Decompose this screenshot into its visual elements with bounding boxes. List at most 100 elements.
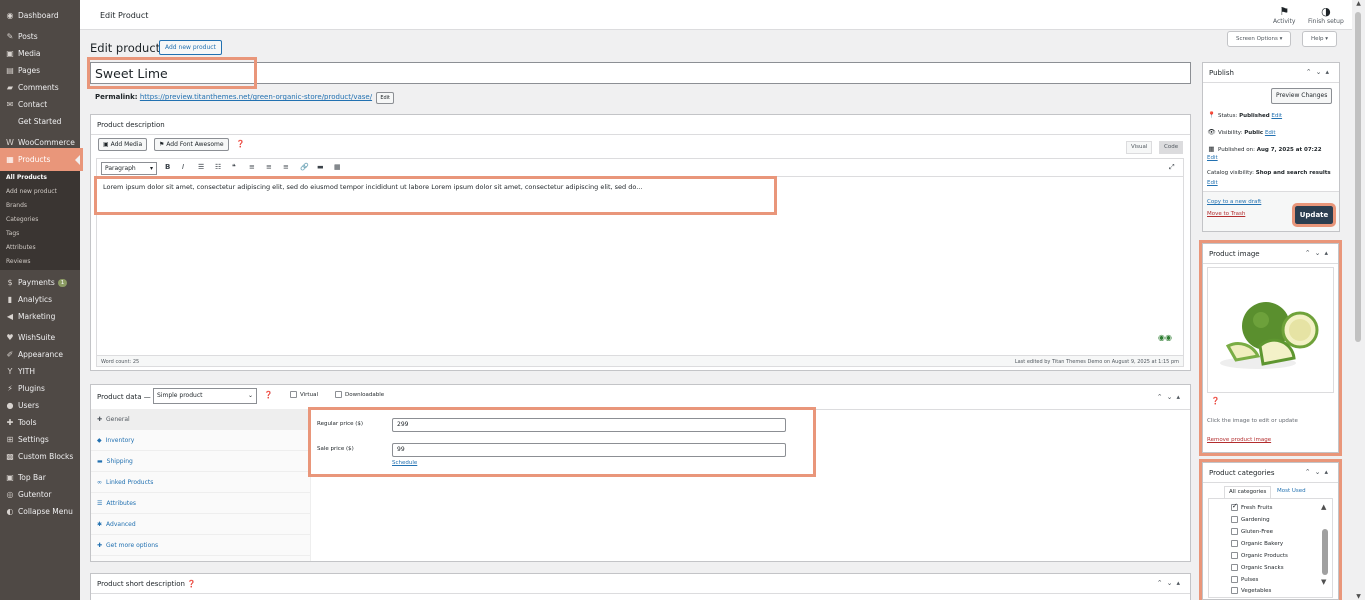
submenu-all-products[interactable]: All Products bbox=[0, 170, 80, 184]
scroll-up-icon[interactable]: ▲ bbox=[1352, 0, 1365, 7]
toolbar-toggle-icon[interactable]: ▦ bbox=[334, 163, 341, 171]
sidebar-item-comments[interactable]: ▰ Comments bbox=[0, 79, 80, 96]
scroll-up-icon[interactable]: ▲ bbox=[1321, 504, 1329, 511]
published-edit-link[interactable]: Edit bbox=[1207, 155, 1218, 161]
add-media-button[interactable]: ▣ Add Media bbox=[98, 138, 148, 151]
tab-attributes[interactable]: ☰ Attributes bbox=[91, 493, 310, 514]
category-gluten-free[interactable]: Gluten-Free bbox=[1231, 528, 1273, 535]
tab-shipping[interactable]: ▬ Shipping bbox=[91, 451, 310, 472]
tab-linked-products[interactable]: ∞ Linked Products bbox=[91, 472, 310, 493]
sidebar-item-plugins[interactable]: ⚡ Plugins bbox=[0, 380, 80, 397]
preview-changes-button[interactable]: Preview Changes bbox=[1271, 88, 1333, 104]
sidebar-item-woocommerce[interactable]: W WooCommerce bbox=[0, 134, 80, 151]
product-type-select[interactable]: Simple product ⌄ bbox=[153, 388, 257, 404]
align-center-icon[interactable]: ≡ bbox=[266, 163, 272, 171]
sidebar-item-get-started[interactable]: Get Started bbox=[0, 113, 80, 130]
sidebar-item-dashboard[interactable]: ◉ Dashboard bbox=[0, 7, 80, 24]
submenu-add-new-product[interactable]: Add new product bbox=[0, 184, 80, 198]
permalink-link[interactable]: https://preview.titanthemes.net/green-or… bbox=[140, 93, 372, 101]
tab-advanced[interactable]: ✱ Advanced bbox=[91, 514, 310, 535]
postbox-controls[interactable]: ⌃⌄▴ bbox=[1305, 468, 1332, 476]
sidebar-item-analytics[interactable]: ▮ Analytics bbox=[0, 291, 80, 308]
category-vegetables[interactable]: Vegetables bbox=[1231, 587, 1271, 594]
scrollbar-thumb[interactable] bbox=[1322, 529, 1328, 575]
page-scrollbar-thumb[interactable] bbox=[1355, 12, 1361, 342]
remove-product-image-link[interactable]: Remove product image bbox=[1207, 437, 1271, 443]
product-title-input[interactable]: Sweet Lime bbox=[87, 57, 257, 89]
tab-code[interactable]: Code bbox=[1159, 141, 1184, 154]
format-select[interactable]: Paragraph ▾ bbox=[101, 162, 157, 175]
grammarly-icon[interactable]: ◉◉ bbox=[1158, 333, 1172, 342]
add-font-awesome-button[interactable]: ⚑ Add Font Awesome bbox=[154, 138, 229, 151]
help-icon[interactable]: ❓ bbox=[1211, 397, 1220, 405]
bold-icon[interactable]: B bbox=[165, 163, 170, 171]
sidebar-item-products[interactable]: ▦ Products bbox=[0, 148, 83, 171]
page-scrollbar[interactable]: ▲ ▼ bbox=[1352, 0, 1365, 600]
sidebar-item-media[interactable]: ▣ Media bbox=[0, 45, 80, 62]
help-icon[interactable]: ❓ bbox=[187, 580, 196, 588]
sidebar-item-users[interactable]: ● Users bbox=[0, 397, 80, 414]
read-more-icon[interactable]: ▬ bbox=[317, 163, 324, 171]
postbox-controls[interactable]: ⌃⌄▴ bbox=[1305, 249, 1332, 257]
numbered-list-icon[interactable]: ☷ bbox=[215, 163, 221, 171]
sale-price-input[interactable]: 99 bbox=[392, 443, 786, 457]
align-right-icon[interactable]: ≡ bbox=[283, 163, 289, 171]
tab-visual[interactable]: Visual bbox=[1126, 141, 1153, 154]
add-new-product-button[interactable]: Add new product bbox=[159, 40, 222, 55]
category-organic-bakery[interactable]: Organic Bakery bbox=[1231, 540, 1283, 547]
title-field-frame[interactable] bbox=[90, 62, 1191, 84]
category-organic-products[interactable]: Organic Products bbox=[1231, 552, 1288, 559]
description-body-text[interactable]: Lorem ipsum dolor sit amet, consectetur … bbox=[94, 176, 777, 215]
tab-most-used[interactable]: Most Used bbox=[1273, 486, 1310, 497]
status-edit-link[interactable]: Edit bbox=[1271, 113, 1282, 119]
fullscreen-icon[interactable]: ⤢ bbox=[1169, 163, 1175, 172]
sidebar-item-gutentor[interactable]: ◎ Gutentor bbox=[0, 486, 80, 503]
finish-setup-button[interactable]: ◑ Finish setup bbox=[1308, 5, 1344, 25]
permalink-edit-button[interactable]: Edit bbox=[376, 92, 394, 104]
copy-to-draft-link[interactable]: Copy to a new draft bbox=[1207, 199, 1261, 205]
sidebar-item-appearance[interactable]: ✐ Appearance bbox=[0, 346, 80, 363]
help-icon[interactable]: ❓ bbox=[264, 391, 273, 399]
quote-icon[interactable]: ❝ bbox=[232, 163, 236, 171]
screen-options-button[interactable]: Screen Options ▾ bbox=[1227, 31, 1292, 47]
sidebar-item-top-bar[interactable]: ▣ Top Bar bbox=[0, 469, 80, 486]
sidebar-item-custom-blocks[interactable]: ▩ Custom Blocks bbox=[0, 448, 80, 465]
sidebar-item-collapse-menu[interactable]: ◐ Collapse Menu bbox=[0, 503, 80, 520]
activity-button[interactable]: ⚑ Activity bbox=[1273, 5, 1295, 25]
postbox-controls[interactable]: ⌃⌄▴ bbox=[1157, 393, 1184, 401]
category-fresh-fruits[interactable]: Fresh Fruits bbox=[1231, 502, 1272, 511]
bullet-list-icon[interactable]: ☰ bbox=[198, 163, 204, 171]
sidebar-item-tools[interactable]: ✚ Tools bbox=[0, 414, 80, 431]
category-gardening[interactable]: Gardening bbox=[1231, 516, 1270, 523]
postbox-controls[interactable]: ⌃⌄▴ bbox=[1306, 68, 1333, 76]
sidebar-item-pages[interactable]: ▤ Pages bbox=[0, 62, 80, 79]
scroll-down-icon[interactable]: ▼ bbox=[1352, 593, 1365, 600]
sidebar-item-contact[interactable]: ✉ Contact bbox=[0, 96, 80, 113]
categories-scrollbar[interactable]: ▲ ▼ bbox=[1321, 504, 1329, 594]
catalog-edit-link[interactable]: Edit bbox=[1207, 180, 1218, 186]
sidebar-item-posts[interactable]: ✎ Posts bbox=[0, 28, 80, 45]
tab-general[interactable]: ✚ General bbox=[91, 409, 310, 430]
category-pulses[interactable]: Pulses bbox=[1231, 576, 1258, 583]
postbox-controls[interactable]: ⌃⌄▴ bbox=[1157, 579, 1184, 587]
sidebar-item-yith[interactable]: Y YITH bbox=[0, 363, 80, 380]
help-button[interactable]: Help ▾ bbox=[1302, 31, 1338, 47]
visibility-edit-link[interactable]: Edit bbox=[1265, 130, 1276, 136]
product-image-thumbnail[interactable] bbox=[1207, 267, 1334, 393]
italic-icon[interactable]: I bbox=[182, 163, 184, 171]
sidebar-item-marketing[interactable]: ◀ Marketing bbox=[0, 308, 80, 325]
sidebar-item-wishsuite[interactable]: ♥ WishSuite bbox=[0, 329, 80, 346]
update-button[interactable]: Update bbox=[1292, 203, 1336, 227]
tab-get-more-options[interactable]: ✚ Get more options bbox=[91, 535, 310, 556]
schedule-link[interactable]: Schedule bbox=[392, 460, 417, 466]
virtual-checkbox[interactable]: Virtual bbox=[290, 391, 318, 398]
move-to-trash-link[interactable]: Move to Trash bbox=[1207, 211, 1245, 217]
submenu-categories[interactable]: Categories bbox=[0, 212, 80, 226]
link-icon[interactable]: 🔗 bbox=[300, 163, 309, 171]
category-organic-snacks[interactable]: Organic Snacks bbox=[1231, 564, 1284, 571]
submenu-brands[interactable]: Brands bbox=[0, 198, 80, 212]
scroll-down-icon[interactable]: ▼ bbox=[1321, 579, 1329, 586]
sidebar-item-settings[interactable]: ⊞ Settings bbox=[0, 431, 80, 448]
submenu-reviews[interactable]: Reviews bbox=[0, 254, 80, 268]
help-icon[interactable]: ❓ bbox=[236, 140, 245, 148]
